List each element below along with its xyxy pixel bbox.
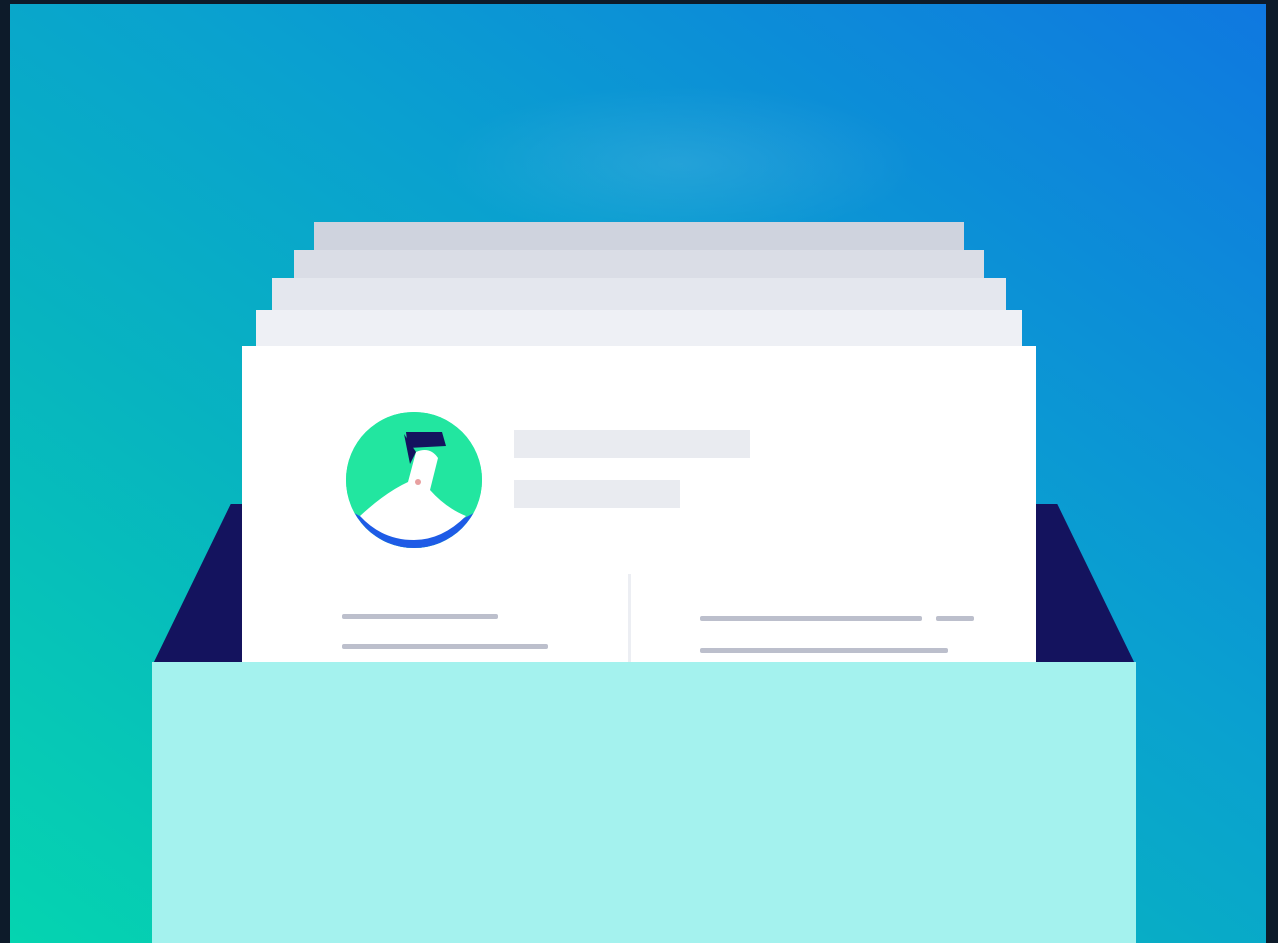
card-holder-front-pocket	[152, 662, 1136, 943]
role-placeholder-bar	[514, 480, 680, 508]
name-placeholder-bar	[514, 430, 750, 458]
placeholder-line	[700, 616, 922, 621]
contact-card	[242, 346, 1036, 686]
background-glow	[440, 84, 920, 244]
placeholder-line	[342, 614, 498, 619]
user-avatar-icon	[346, 412, 482, 548]
illustration-scene	[10, 4, 1266, 943]
placeholder-line	[700, 648, 948, 653]
placeholder-line	[342, 644, 548, 649]
placeholder-line	[936, 616, 974, 621]
image-frame	[0, 0, 1278, 943]
